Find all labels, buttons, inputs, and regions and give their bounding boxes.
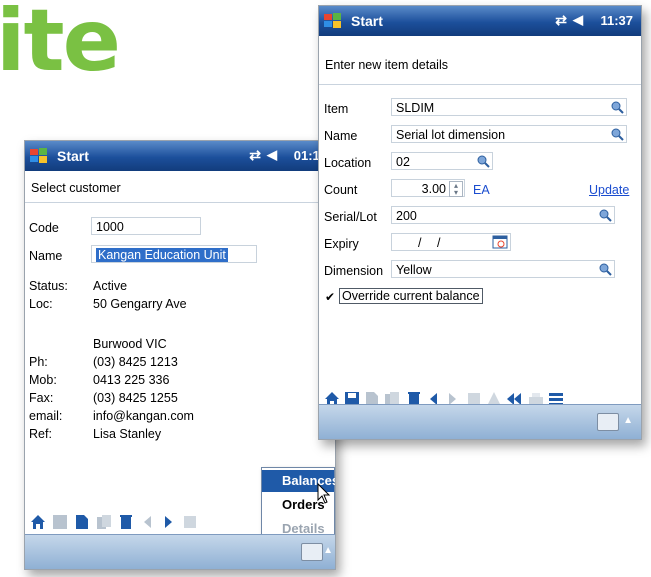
serial-lot-field[interactable]: 200 [391, 206, 615, 224]
title-bar: Start ⇄ ◀ 11:37 [319, 6, 641, 36]
keyboard-icon[interactable] [301, 543, 323, 561]
lookup-icon[interactable] [598, 262, 612, 276]
dimension-value: Yellow [396, 263, 432, 277]
sync-icon: ⇄ [249, 147, 261, 163]
serial-lot-value: 200 [396, 209, 417, 223]
start-label[interactable]: Start [57, 148, 89, 164]
detail-value: 50 Gengarry Ave [93, 297, 187, 311]
windows-logo-icon[interactable] [323, 12, 343, 30]
speaker-icon[interactable]: ◀ [573, 12, 583, 28]
detail-label: Mob: [29, 373, 57, 387]
soft-key-bar: ▲ [319, 404, 641, 439]
windows-logo-icon[interactable] [29, 147, 49, 165]
lookup-icon[interactable] [598, 208, 612, 222]
code-field[interactable]: 1000 [91, 217, 201, 235]
name-label: Name [29, 249, 63, 263]
detail-value: info@kangan.com [93, 409, 194, 423]
expiry-label: Expiry [324, 237, 359, 251]
detail-label: Status: [29, 279, 68, 293]
start-label[interactable]: Start [351, 13, 383, 29]
lookup-icon[interactable] [476, 154, 490, 168]
name-field-value: Kangan Education Unit [96, 248, 228, 262]
dimension-field[interactable]: Yellow [391, 260, 615, 278]
next-icon[interactable] [159, 513, 177, 531]
name-value: Serial lot dimension [396, 128, 506, 142]
sync-icon: ⇄ [555, 12, 567, 28]
name-field[interactable]: Kangan Education Unit [91, 245, 257, 263]
title-bar: Start ⇄ ◀ 01:16 [25, 141, 335, 171]
soft-key-bar: ▲ [25, 534, 335, 569]
chevron-up-icon[interactable]: ▲ [323, 545, 333, 556]
previous-icon[interactable] [139, 513, 157, 531]
detail-value: (03) 8425 1255 [93, 391, 178, 405]
count-field[interactable]: 3.00 ▴ ▾ [391, 179, 465, 197]
chevron-up-icon[interactable]: ▲ [623, 415, 633, 426]
name-field[interactable]: Serial lot dimension [391, 125, 627, 143]
calendar-icon[interactable] [492, 235, 508, 249]
count-label: Count [324, 183, 358, 197]
speaker-icon[interactable]: ◀ [267, 147, 277, 163]
detail-value: Lisa Stanley [93, 427, 162, 441]
divider [25, 202, 335, 203]
delete-icon[interactable] [117, 513, 135, 531]
clock: 11:37 [600, 13, 633, 28]
expiry-field[interactable]: / / [391, 233, 511, 251]
expiry-value: / / [418, 236, 441, 250]
item-value: SLDIM [396, 101, 435, 115]
keyboard-icon[interactable] [597, 413, 619, 431]
copy-icon[interactable] [95, 513, 113, 531]
detail-value: (03) 8425 1213 [93, 355, 178, 369]
detail-value: Burwood VIC [93, 337, 167, 351]
customer-screen: Start ⇄ ◀ 01:16 Select customer Code 100… [24, 140, 336, 570]
cursor-icon [317, 482, 331, 504]
serial-lot-label: Serial/Lot [324, 210, 377, 224]
new-document-icon[interactable] [73, 513, 91, 531]
item-field[interactable]: SLDIM [391, 98, 627, 116]
home-icon[interactable] [29, 513, 47, 531]
detail-label: Ref: [29, 427, 52, 441]
save-icon[interactable] [51, 513, 69, 531]
override-checkbox[interactable]: ✔ [325, 291, 337, 303]
divider [319, 84, 641, 85]
location-value: 02 [396, 155, 410, 169]
detail-label: Fax: [29, 391, 54, 405]
override-label: Override current balance [339, 288, 483, 304]
count-value: 3.00 [421, 182, 446, 196]
item-label: Item [324, 102, 349, 116]
lookup-icon[interactable] [610, 100, 624, 114]
detail-label: email: [29, 409, 63, 423]
update-link[interactable]: Update [589, 183, 629, 197]
count-unit: EA [473, 183, 490, 197]
detail-label: Ph: [29, 355, 48, 369]
edit-icon[interactable] [181, 513, 199, 531]
location-field[interactable]: 02 [391, 152, 493, 170]
dimension-label: Dimension [324, 264, 384, 278]
name-label: Name [324, 129, 358, 143]
context-menu: Balances Orders Details [261, 467, 335, 544]
item-details-screen: Start ⇄ ◀ 11:37 Enter new item details I… [318, 5, 642, 440]
lookup-icon[interactable] [610, 127, 624, 141]
location-label: Location [324, 156, 372, 170]
brand-text-fragment: ite [0, 0, 121, 91]
page-title: Select customer [31, 181, 121, 195]
count-spinner[interactable]: ▴ ▾ [449, 181, 463, 197]
detail-value: 0413 225 336 [93, 373, 170, 387]
page-title: Enter new item details [325, 58, 448, 72]
code-label: Code [29, 221, 59, 235]
detail-label: Loc: [29, 297, 53, 311]
detail-value: Active [93, 279, 128, 293]
override-label-text: Override current balance [339, 288, 483, 304]
